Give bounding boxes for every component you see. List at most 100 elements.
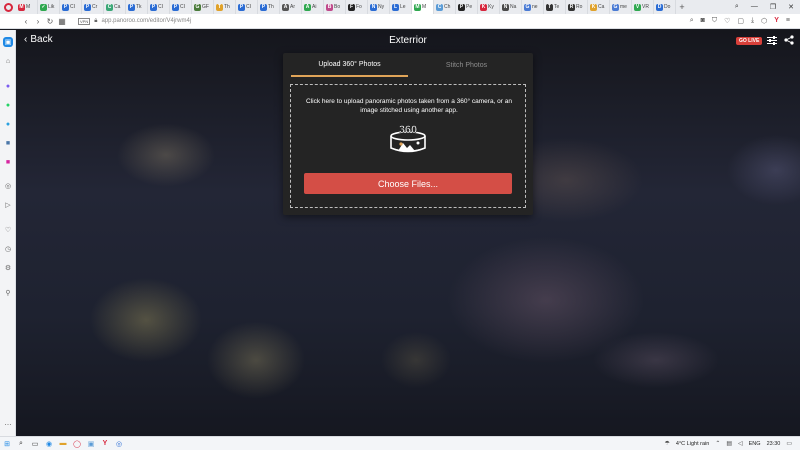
forward-nav-icon[interactable]: ›: [32, 17, 44, 26]
home-icon[interactable]: ⌂: [3, 56, 13, 66]
tab-favicon-icon: P: [84, 3, 91, 11]
url-field[interactable]: app.panoroo.com/editor/V4jrwm4j: [101, 18, 191, 24]
photos-icon[interactable]: ▣: [84, 437, 98, 450]
volume-icon[interactable]: ◁: [738, 440, 743, 447]
sidebar-more-icon[interactable]: ⋯: [3, 420, 13, 430]
back-nav-icon[interactable]: ‹: [20, 17, 32, 26]
tab-favicon-icon: V: [634, 3, 641, 11]
browser-tab[interactable]: P CI: [148, 0, 170, 14]
opera-menu-icon[interactable]: [0, 0, 16, 14]
tab-grid-icon[interactable]: ▦: [56, 17, 68, 26]
task-view-icon[interactable]: ▭: [28, 437, 42, 450]
search-tabs-icon[interactable]: ⌕: [735, 3, 739, 11]
tab-upload-360[interactable]: Upload 360° Photos: [291, 53, 408, 77]
tab-label: Na: [510, 4, 517, 10]
windows-start-icon[interactable]: ⊞: [0, 437, 14, 450]
browser-tab[interactable]: K Ca: [588, 0, 610, 14]
browser-tab[interactable]: L Le: [390, 0, 412, 14]
tab-label: Ch: [444, 4, 451, 10]
chevron-up-icon[interactable]: ⌃: [715, 440, 720, 447]
network-icon[interactable]: ▤: [726, 440, 732, 447]
browser-tab[interactable]: T Th: [214, 0, 236, 14]
file-explorer-icon[interactable]: ▬: [56, 437, 70, 450]
settings-icon[interactable]: ⚙: [3, 263, 13, 273]
extensions-icon[interactable]: ⬡: [761, 17, 767, 25]
browser-tab[interactable]: MM: [412, 0, 434, 14]
minimize-button[interactable]: —: [751, 3, 758, 11]
whatsapp-icon[interactable]: ●: [3, 100, 13, 110]
tab-favicon-icon: A: [282, 3, 289, 11]
browser-tab[interactable]: P CI: [170, 0, 192, 14]
speed-dial-icon[interactable]: ▣: [3, 37, 13, 47]
app-taskbar-icon[interactable]: ◎: [112, 437, 126, 450]
vk-icon[interactable]: ■: [3, 138, 13, 148]
lock-icon[interactable]: 🔒︎: [94, 18, 97, 25]
camera-icon[interactable]: ◙: [701, 17, 705, 25]
notifications-icon[interactable]: ▭: [786, 440, 792, 447]
browser-tab[interactable]: G GF: [192, 0, 214, 14]
browser-tab[interactable]: Gne: [522, 0, 544, 14]
browser-tab[interactable]: C Ch: [434, 0, 456, 14]
browser-tab[interactable]: R Ro: [566, 0, 588, 14]
browser-tab[interactable]: D Do: [654, 0, 676, 14]
browser-tab[interactable]: T Te: [544, 0, 566, 14]
tab-favicon-icon: A: [304, 3, 311, 11]
tips-icon[interactable]: ⚲: [3, 288, 13, 298]
yandex-taskbar-icon[interactable]: Y: [98, 437, 112, 450]
shield-icon[interactable]: ⛉: [712, 17, 717, 25]
new-tab-button[interactable]: +: [676, 2, 688, 12]
browser-tab[interactable]: Gme: [610, 0, 632, 14]
menu-icon[interactable]: ≡: [786, 17, 790, 25]
upload-dropzone[interactable]: Click here to upload panoramic photos ta…: [290, 84, 526, 208]
tab-favicon-icon: N: [370, 3, 377, 11]
restore-button[interactable]: ❐: [770, 3, 776, 11]
tab-favicon-icon: P: [238, 3, 245, 11]
choose-files-button[interactable]: Choose Files...: [304, 173, 512, 194]
yandex-icon[interactable]: Y: [774, 17, 779, 25]
browser-tab[interactable]: C Ca: [104, 0, 126, 14]
clock[interactable]: 23:30: [767, 441, 781, 447]
telegram-icon[interactable]: ●: [3, 119, 13, 129]
vpn-badge[interactable]: VPN: [78, 17, 91, 25]
browser-tab[interactable]: P CI: [236, 0, 258, 14]
app-header: ‹ Back Exterrior GO LIVE: [16, 30, 800, 52]
browser-tab[interactable]: P Cr: [82, 0, 104, 14]
search-icon[interactable]: ⌕: [690, 17, 694, 25]
sliders-icon[interactable]: [767, 36, 777, 45]
close-window-button[interactable]: ✕: [788, 3, 794, 11]
taskbar-search-icon[interactable]: ⌕: [14, 437, 28, 450]
browser-tab[interactable]: B Bo: [324, 0, 346, 14]
browser-tab[interactable]: P Th: [258, 0, 280, 14]
favorites-icon[interactable]: ♡: [3, 225, 13, 235]
weather-text[interactable]: 4°C Light rain: [676, 441, 709, 447]
tab-label: Ai: [312, 4, 317, 10]
go-live-button[interactable]: GO LIVE: [736, 37, 763, 45]
browser-tab[interactable]: N Na: [500, 0, 522, 14]
reload-icon[interactable]: ↻: [44, 17, 56, 26]
browser-tab[interactable]: F Fo: [346, 0, 368, 14]
browser-tab[interactable]: K Ky: [478, 0, 500, 14]
share-icon[interactable]: [784, 35, 794, 45]
heart-icon[interactable]: ♡: [724, 17, 730, 25]
messenger-icon[interactable]: ●: [3, 81, 13, 91]
instagram-icon[interactable]: ■: [3, 157, 13, 167]
browser-tab[interactable]: P CI: [60, 0, 82, 14]
download-icon[interactable]: ⤓: [751, 17, 754, 25]
weather-icon[interactable]: ☂: [665, 440, 670, 447]
browser-tab[interactable]: P Tk: [126, 0, 148, 14]
player-icon[interactable]: ◎: [3, 181, 13, 191]
browser-tab[interactable]: ✓ Lik: [38, 0, 60, 14]
bookmark-icon[interactable]: ▢: [737, 17, 744, 25]
browser-tab[interactable]: P Pe: [456, 0, 478, 14]
send-icon[interactable]: ▷: [3, 200, 13, 210]
browser-tab[interactable]: V VR: [632, 0, 654, 14]
language-indicator[interactable]: ENG: [749, 441, 761, 447]
browser-tab[interactable]: N Ny: [368, 0, 390, 14]
edge-icon[interactable]: ◉: [42, 437, 56, 450]
browser-tab[interactable]: A Ar: [280, 0, 302, 14]
browser-tab[interactable]: MM: [16, 0, 38, 14]
opera-taskbar-icon[interactable]: ◯: [70, 437, 84, 450]
tab-stitch-photos[interactable]: Stitch Photos: [408, 53, 525, 77]
browser-tab[interactable]: A Ai: [302, 0, 324, 14]
history-icon[interactable]: ◷: [3, 244, 13, 254]
